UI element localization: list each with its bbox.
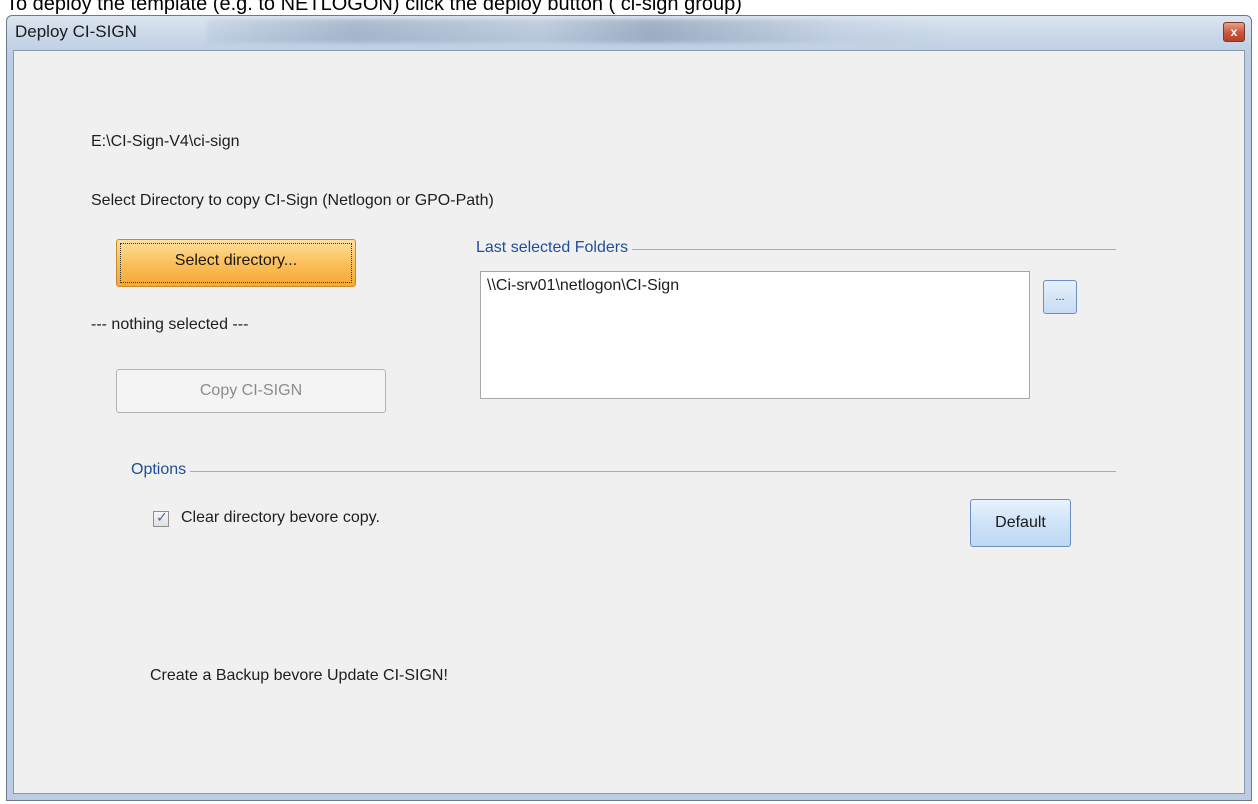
options-header: Options xyxy=(131,461,191,479)
close-icon: x xyxy=(1230,25,1238,39)
backup-note-label: Create a Backup bevore Update CI-SIGN! xyxy=(150,667,448,684)
dialog-client-area: E:\CI-Sign-V4\ci-sign Select Directory t… xyxy=(13,50,1245,794)
browse-folders-button[interactable]: ... xyxy=(1043,280,1077,314)
last-selected-folders-group: Last selected Folders xyxy=(476,239,1116,259)
deploy-dialog-window: Deploy CI-SIGN x E:\CI-Sign-V4\ci-sign S… xyxy=(6,15,1252,801)
selection-status-label: --- nothing selected --- xyxy=(91,316,249,333)
options-group: Options xyxy=(131,461,1116,481)
select-instruction-label: Select Directory to copy CI-Sign (Netlog… xyxy=(91,192,494,209)
select-directory-button-label: Select directory... xyxy=(120,243,352,283)
page-caption: To deploy the template (e.g. to NETLOGON… xyxy=(6,0,742,15)
close-button[interactable]: x xyxy=(1223,22,1245,42)
titlebar[interactable]: Deploy CI-SIGN x xyxy=(7,16,1251,48)
window-title: Deploy CI-SIGN xyxy=(15,22,137,41)
last-selected-folders-header: Last selected Folders xyxy=(476,239,633,257)
clear-directory-checkbox-label[interactable]: Clear directory bevore copy. xyxy=(181,509,380,527)
clear-directory-checkbox[interactable]: ✓ xyxy=(153,509,169,527)
select-directory-button[interactable]: Select directory... xyxy=(116,239,356,287)
copy-ci-sign-button[interactable]: Copy CI-SIGN xyxy=(116,369,386,413)
last-selected-folders-list[interactable]: \\Ci-srv01\netlogon\CI-Sign xyxy=(480,271,1030,399)
default-button[interactable]: Default xyxy=(970,499,1071,547)
folder-list-item[interactable]: \\Ci-srv01\netlogon\CI-Sign xyxy=(487,277,679,295)
checkmark-icon: ✓ xyxy=(156,509,168,525)
current-path-label: E:\CI-Sign-V4\ci-sign xyxy=(91,133,240,150)
group-divider xyxy=(131,471,1116,472)
titlebar-background-blur xyxy=(207,19,947,43)
